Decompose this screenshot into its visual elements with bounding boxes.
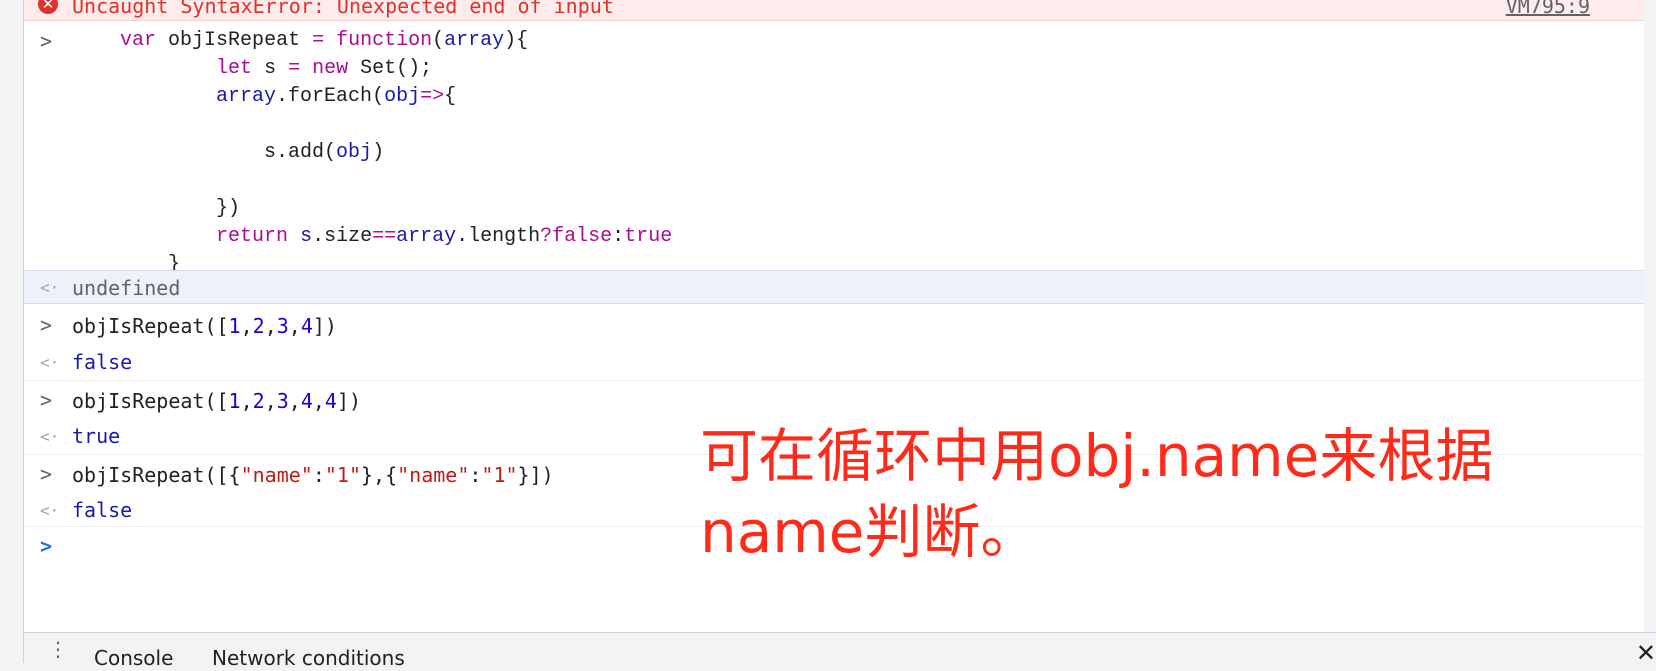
prompt-chevron-icon: > bbox=[40, 462, 53, 486]
code-line: array.forEach(obj=>{ bbox=[216, 85, 457, 108]
result-arrow-icon: <· bbox=[40, 278, 60, 297]
tab-network-conditions[interactable]: Network conditions bbox=[212, 645, 405, 671]
result-arrow-icon: <· bbox=[40, 353, 60, 372]
console-input-function: > var objIsRepeat = function(array){ let… bbox=[24, 22, 1650, 276]
prompt-chevron-icon: > bbox=[40, 313, 53, 337]
tab-console[interactable]: Console bbox=[94, 645, 173, 671]
result-arrow-icon: <· bbox=[40, 427, 60, 446]
console-input-row: > objIsRepeat([1,2,3,4,4]) bbox=[24, 380, 1650, 418]
input-code[interactable]: objIsRepeat([{"name":"1"},{"name":"1"}]) bbox=[72, 461, 554, 489]
vertical-scrollbar[interactable] bbox=[1644, 0, 1650, 632]
error-text: Uncaught SyntaxError: Unexpected end of … bbox=[72, 0, 614, 18]
input-code[interactable]: objIsRepeat([1,2,3,4,4]) bbox=[72, 387, 361, 415]
annotation-line-2: name判断。 bbox=[700, 498, 1039, 566]
active-prompt-chevron-icon: > bbox=[40, 534, 53, 558]
left-gutter bbox=[0, 0, 24, 663]
annotation-line-1: 可在循环中用obj.name来根据 bbox=[700, 422, 1494, 490]
error-source-link[interactable]: VM795:9 bbox=[1506, 0, 1590, 19]
result-value: undefined bbox=[72, 276, 181, 300]
console-result-row: <· undefined bbox=[24, 270, 1650, 304]
error-message-row: ✕ Uncaught SyntaxError: Unexpected end o… bbox=[24, 0, 1650, 21]
console-input-row: > objIsRepeat([1,2,3,4]) bbox=[24, 306, 1650, 342]
result-value: false bbox=[72, 498, 133, 522]
function-code[interactable]: var objIsRepeat = function(array){ let s… bbox=[72, 27, 672, 279]
input-code[interactable]: objIsRepeat([1,2,3,4]) bbox=[72, 312, 337, 340]
code-line: let s = new Set(); bbox=[216, 57, 433, 80]
drawer-tabbar: ⋮ Console Network conditions ✕ bbox=[24, 632, 1656, 670]
annotation-overlay: 可在循环中用obj.name来根据 name判断。 bbox=[700, 418, 1600, 570]
kebab-menu-icon[interactable]: ⋮ bbox=[48, 639, 68, 659]
console-result-row: <· false bbox=[24, 344, 1650, 380]
error-circle-icon: ✕ bbox=[38, 0, 58, 14]
result-value: false bbox=[72, 350, 133, 374]
code-line: var objIsRepeat = function(array){ bbox=[120, 29, 529, 52]
result-value: true bbox=[72, 424, 121, 448]
code-line: return s.size==array.length?false:true bbox=[216, 225, 673, 248]
prompt-chevron-icon: > bbox=[40, 29, 53, 53]
result-arrow-icon: <· bbox=[40, 501, 60, 520]
prompt-chevron-icon: > bbox=[40, 388, 53, 412]
code-line: s.add(obj) bbox=[72, 141, 385, 164]
code-line: }) bbox=[72, 197, 241, 220]
